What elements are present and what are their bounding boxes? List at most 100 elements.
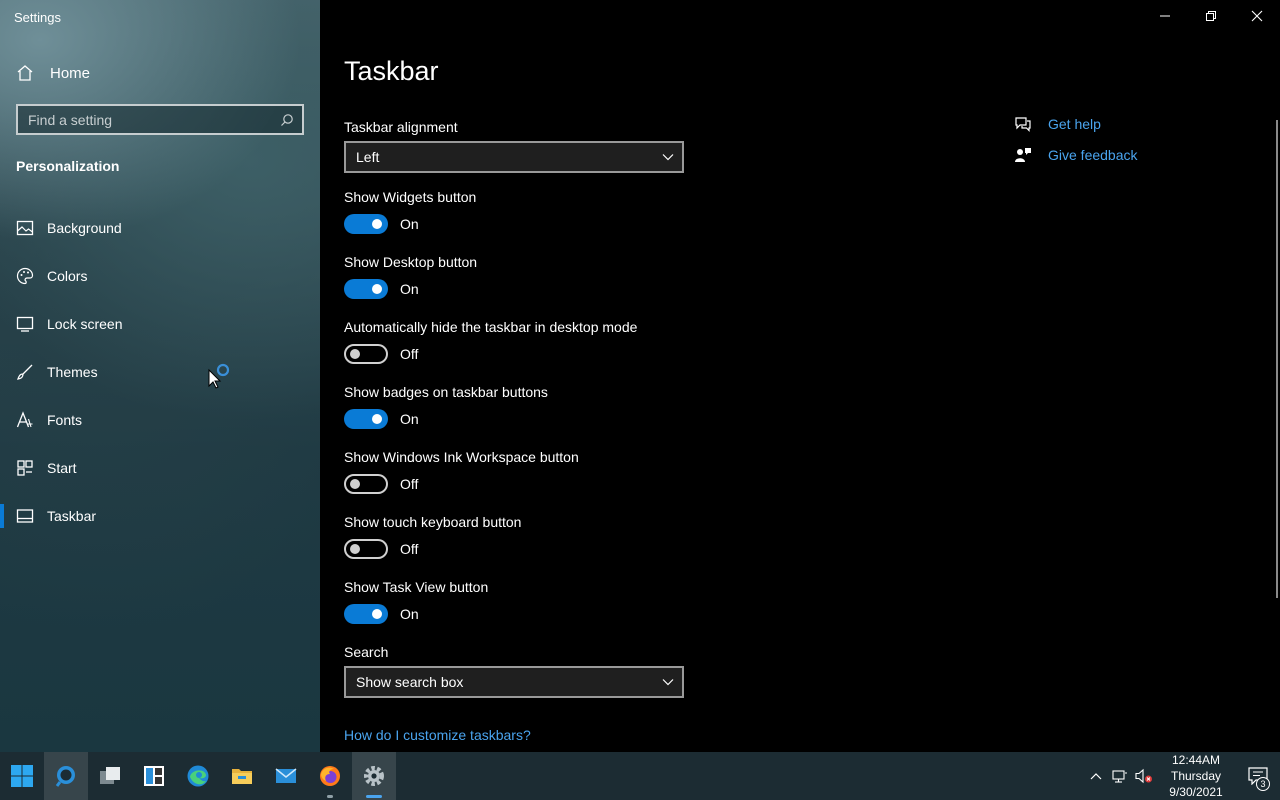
touch-keyboard-toggle[interactable] (344, 539, 388, 559)
page-title: Taskbar (344, 56, 439, 86)
touch-keyboard-setting: Show touch keyboard button Off (344, 514, 521, 559)
search-mode-value: Show search box (356, 674, 464, 690)
widgets-icon (144, 766, 164, 786)
start-button[interactable] (0, 752, 44, 800)
feedback-icon (1014, 146, 1032, 164)
widgets-toggle[interactable] (344, 214, 388, 234)
badges-label: Show badges on taskbar buttons (344, 384, 548, 400)
sidebar-item-background[interactable]: Background (0, 204, 320, 252)
edge-icon (187, 765, 209, 787)
settings-button[interactable] (352, 752, 396, 800)
font-icon (16, 411, 34, 429)
auto-hide-setting: Automatically hide the taskbar in deskto… (344, 319, 637, 364)
task-view-button[interactable] (88, 752, 132, 800)
task-view-setting: Show Task View button On (344, 579, 488, 624)
network-button[interactable] (1108, 752, 1132, 800)
restore-button[interactable] (1188, 0, 1234, 32)
volume-button[interactable] (1132, 752, 1156, 800)
clock-time: 12:44AM (1171, 753, 1221, 767)
start-tiles-icon (16, 459, 34, 477)
taskbar-icon (16, 507, 34, 525)
search-input[interactable] (28, 111, 280, 128)
taskbar-search-button[interactable] (44, 752, 88, 800)
chevron-down-icon (662, 154, 674, 161)
toggle-state: On (400, 606, 419, 622)
sidebar-nav: Background Colors Lock screen Themes Fon… (0, 204, 320, 540)
app-title: Settings (14, 10, 61, 25)
home-nav-item[interactable]: Home (16, 62, 90, 84)
badges-toggle[interactable] (344, 409, 388, 429)
sidebar-item-label: Fonts (47, 412, 83, 428)
mail-button[interactable] (264, 752, 308, 800)
file-explorer-button[interactable] (220, 752, 264, 800)
auto-hide-label: Automatically hide the taskbar in deskto… (344, 319, 638, 335)
sidebar-item-start[interactable]: Start (0, 444, 320, 492)
ink-workspace-toggle[interactable] (344, 474, 388, 494)
network-icon (1112, 770, 1127, 783)
close-button[interactable] (1234, 0, 1280, 32)
alignment-setting: Taskbar alignment Left (344, 119, 684, 173)
toggle-state: Off (400, 346, 419, 362)
ink-workspace-setting: Show Windows Ink Workspace button Off (344, 449, 579, 494)
file-explorer-icon (232, 769, 252, 784)
window-controls (1142, 0, 1280, 32)
task-view-label: Show Task View button (344, 579, 489, 595)
get-help-link[interactable]: Get help (1014, 108, 1138, 139)
action-center-button[interactable]: 3 (1236, 752, 1280, 800)
settings-search[interactable] (16, 104, 304, 135)
widgets-button[interactable] (132, 752, 176, 800)
edge-button[interactable] (176, 752, 220, 800)
task-view-toggle[interactable] (344, 604, 388, 624)
search-icon (55, 766, 75, 787)
search-mode-dropdown[interactable]: Show search box (344, 666, 684, 698)
sidebar-item-lock-screen[interactable]: Lock screen (0, 300, 320, 348)
sidebar-item-themes[interactable]: Themes (0, 348, 320, 396)
badges-setting: Show badges on taskbar buttons On (344, 384, 548, 429)
ink-workspace-label: Show Windows Ink Workspace button (344, 449, 579, 465)
desktop-button-setting: Show Desktop button On (344, 254, 477, 299)
alignment-label: Taskbar alignment (344, 119, 458, 135)
show-hidden-icons-button[interactable] (1084, 752, 1108, 800)
search-setting-label: Search (344, 644, 389, 660)
search-icon[interactable] (280, 113, 294, 127)
firefox-button[interactable] (308, 752, 352, 800)
system-tray: 12:44AM Thursday 9/30/2021 3 (1084, 752, 1280, 800)
desktop-button-toggle[interactable] (344, 279, 388, 299)
volume-muted-icon (1135, 768, 1152, 784)
taskbar-clock[interactable]: 12:44AM Thursday 9/30/2021 (1156, 752, 1236, 800)
home-label: Home (50, 64, 91, 82)
sidebar-item-label: Themes (47, 364, 98, 380)
clock-date: 9/30/2021 (1169, 785, 1223, 799)
scrollbar[interactable] (1276, 120, 1278, 598)
clock-day: Thursday (1170, 769, 1222, 783)
give-feedback-link[interactable]: Give feedback (1014, 139, 1138, 170)
settings-sidebar: Settings Home Personalization Background… (0, 0, 320, 752)
running-indicator (366, 795, 382, 798)
toggle-state: Off (400, 476, 419, 492)
running-indicator (327, 795, 333, 798)
sidebar-item-taskbar[interactable]: Taskbar (0, 492, 320, 540)
start-icon (11, 765, 33, 787)
sidebar-item-colors[interactable]: Colors (0, 252, 320, 300)
sidebar-item-label: Lock screen (47, 316, 123, 332)
mail-icon (275, 768, 297, 783)
sidebar-item-fonts[interactable]: Fonts (0, 396, 320, 444)
alignment-value: Left (356, 149, 380, 165)
section-title: Personalization (16, 158, 120, 174)
restore-icon (1206, 11, 1216, 21)
widgets-setting: Show Widgets button On (344, 189, 476, 234)
help-panel: Get help Give feedback (1014, 108, 1138, 170)
auto-hide-toggle[interactable] (344, 344, 388, 364)
windows-taskbar: 12:44AM Thursday 9/30/2021 3 (0, 752, 1280, 800)
get-help-icon (1014, 115, 1032, 133)
toggle-state: On (400, 411, 419, 427)
give-feedback-label: Give feedback (1048, 146, 1138, 163)
customize-taskbars-link[interactable]: How do I customize taskbars? (344, 727, 531, 743)
sidebar-item-label: Background (47, 220, 122, 236)
toggle-state: Off (400, 541, 419, 557)
minimize-button[interactable] (1142, 0, 1188, 32)
widgets-label: Show Widgets button (344, 189, 477, 205)
alignment-dropdown[interactable]: Left (344, 141, 684, 173)
taskbar-apps (0, 752, 396, 800)
toggle-state: On (400, 281, 419, 297)
